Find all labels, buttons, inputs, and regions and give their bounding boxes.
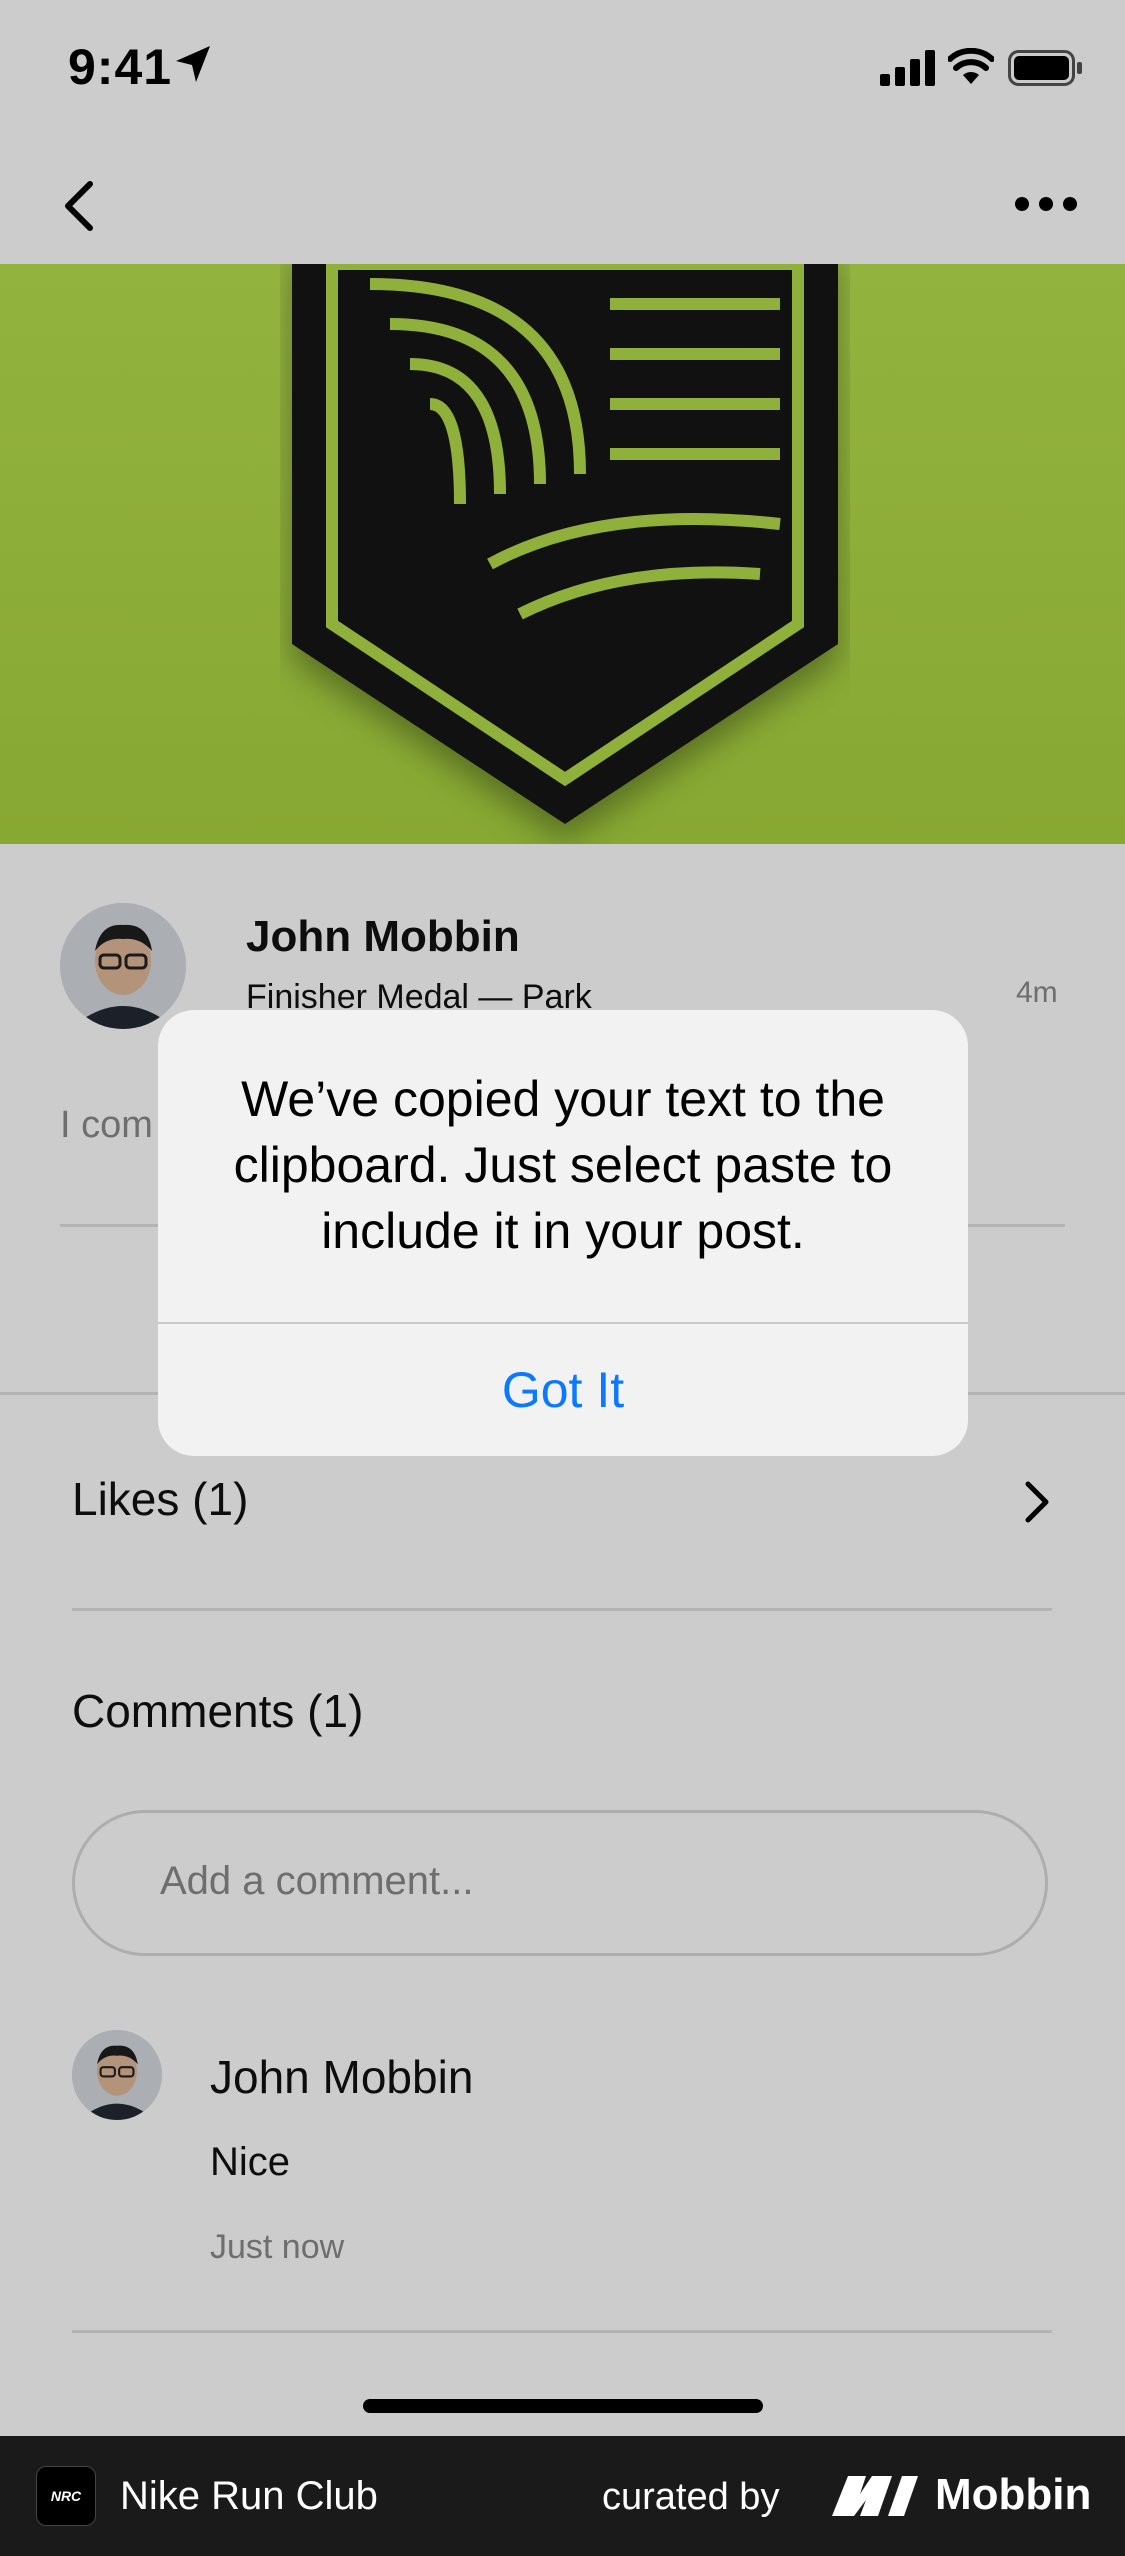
clipboard-alert: We’ve copied your text to the clipboard.… [158,1010,968,1456]
got-it-button[interactable]: Got It [158,1324,968,1456]
footer-curated-by: curated by [602,2476,780,2518]
footer-app-name: Nike Run Club [120,2474,378,2518]
footer-bar: NRC Nike Run Club curated by Mobbin [0,2436,1125,2556]
app-icon: NRC [36,2466,96,2526]
footer-brand: Mobbin [935,2470,1092,2519]
mobbin-logo-icon [832,2476,918,2516]
alert-message: We’ve copied your text to the clipboard.… [233,1071,893,1259]
app-icon-label: NRC [50,2488,82,2504]
